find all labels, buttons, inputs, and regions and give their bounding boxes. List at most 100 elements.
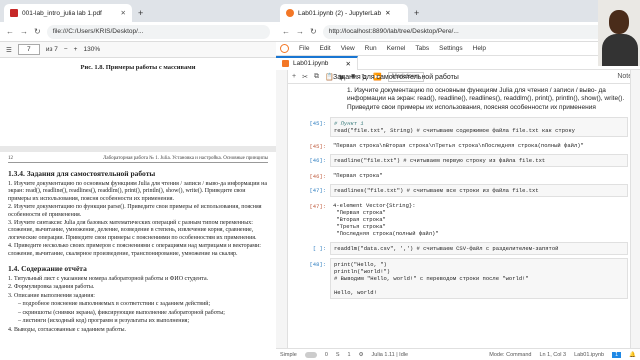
page-number-input[interactable]: 7 [17,44,40,55]
section-heading: 1.4. Содержание отчёта [8,264,87,274]
edit-mode: Mode: Command [489,351,532,358]
code-editor[interactable]: readlines("file.txt") # считываем все ст… [330,184,628,197]
pdf-page: Рис. 1.8. Примеры работы с массивами [0,58,276,146]
code-editor[interactable]: readdlm("data.csv", ',') # считываем CSV… [330,242,628,255]
code-cell[interactable]: [47]: readlines("file.txt") # считываем … [290,184,628,197]
markdown-title: Задания для самостоятельной работы [333,74,459,81]
bell-icon[interactable]: 🔔 [629,352,636,358]
figure-caption: Рис. 1.8. Примеры работы с массивами [80,64,196,71]
jupyter-tab-strip: Lab01.ipynb (2) - JupyterLab ✕ + [276,0,640,22]
section-heading: 1.3.4. Задания для самостоятельной работ… [8,169,156,178]
close-icon[interactable]: ✕ [121,9,126,17]
notification-count[interactable]: 1 [612,351,622,358]
pdf-url-field[interactable]: file:///C:/Users/KRIS/Desktop/... [46,24,270,39]
cursor-position: Ln 1, Col 3 [539,351,567,358]
webcam-overlay [598,0,640,66]
reload-icon[interactable]: ↻ [310,27,317,36]
output-cell: [46]: "Первая строка" [290,170,628,181]
code-cell[interactable]: [45]: # Пункт 1 read("file.txt", String)… [290,117,628,137]
gear-icon[interactable]: ⚙ [359,352,364,358]
pdf-browser-window: 001-lab_intro_julia lab 1.pdf ✕ + ← → ↻ … [0,0,276,360]
list-item: – листинги (исходный код) программ и рез… [18,318,190,325]
jupyter-browser-window: Lab01.ipynb (2) - JupyterLab ✕ + ← → ↻ h… [276,0,640,360]
menu-help[interactable]: Help [473,45,486,52]
code-cell[interactable]: [48]: print("Hello, ") println("world!")… [290,258,628,299]
back-icon[interactable]: ← [282,27,290,36]
task-list: 1. Изучите документацию по основным функ… [8,181,268,258]
running-header: 12 Лабораторная работа № 1. Julia. Устан… [8,156,268,163]
notebook-tab[interactable]: Lab01.ipynb ✕ [276,55,358,70]
reload-icon[interactable]: ↻ [34,27,41,36]
pdf-tab[interactable]: 001-lab_intro_julia lab 1.pdf ✕ [4,4,132,22]
menu-edit[interactable]: Edit [319,45,330,52]
input-prompt: [ ]: [312,245,326,252]
code-editor[interactable]: print("Hello, ") println("world!") # Выв… [330,258,628,299]
jupyter-logo [280,44,289,53]
kernel-status[interactable]: Julia 1.11 | Idle [372,352,409,358]
running-title: Лабораторная работа № 1. Julia. Установк… [103,156,268,161]
close-icon[interactable]: ✕ [346,60,351,68]
jupyter-tab[interactable]: Lab01.ipynb (2) - JupyterLab ✕ [280,4,408,22]
code-line: read("file.txt", String) # считываем сод… [334,127,575,134]
zoom-level[interactable]: 130% [83,46,100,53]
right-sidebar[interactable] [630,70,640,348]
close-icon[interactable]: ✕ [385,9,390,17]
menu-settings[interactable]: Settings [439,45,463,52]
pdf-address-bar: ← → ↻ file:///C:/Users/KRIS/Desktop/... [0,22,276,42]
status-one: 1 [347,351,351,358]
list-item: 4. Приведите несколько своих примеров с … [8,243,261,257]
page-number: 12 [8,156,13,161]
pdf-toolbar: ☰ 7 из 7 − + 130% [0,42,276,58]
new-tab-icon[interactable]: + [134,4,147,22]
code-cell[interactable]: [46]: readline("file.txt") # считываем п… [290,154,628,167]
s-icon: S [335,351,340,358]
input-prompt: [48]: [309,261,326,268]
cell-prompt [290,72,330,114]
new-tab-icon[interactable]: + [410,4,423,22]
menu-run[interactable]: Run [365,45,377,52]
cell-output: "Первая строка" [333,172,383,179]
desktop: 001-lab_intro_julia lab 1.pdf ✕ + ← → ↻ … [0,0,640,360]
left-sidebar[interactable] [276,70,288,348]
menu-view[interactable]: View [341,45,355,52]
code-editor[interactable]: readline("file.txt") # считываем первую … [330,154,628,167]
code-cell[interactable]: [ ]: readdlm("data.csv", ',') # считывае… [290,242,628,255]
status-zero: 0 [324,351,328,358]
menu-kernel[interactable]: Kernel [387,45,406,52]
markdown-item: 1. Изучите документацию по основным функ… [347,86,625,111]
menu-file[interactable]: File [299,45,309,52]
output-prompt: [45]: [309,143,326,150]
forward-icon[interactable]: → [296,27,304,36]
output-prompt: [47]: [309,203,326,210]
notebook-tab-title: Lab01.ipynb [293,60,329,67]
code-editor[interactable]: # Пункт 1 read("file.txt", String) # счи… [330,117,628,137]
output-cell: [47]: 4-element Vector{String}: "Первая … [290,200,628,239]
page-total: из 7 [45,46,58,53]
notebook-icon [282,60,289,67]
input-prompt: [46]: [309,157,326,164]
input-prompt: [45]: [309,120,326,127]
menu-icon[interactable]: ☰ [6,46,12,54]
notebook-panel[interactable]: Задания для самостоятельной работы 1. Из… [290,72,628,348]
markdown-content: Задания для самостоятельной работы 1. Из… [330,72,628,114]
pdf-page: 12 Лабораторная работа № 1. Julia. Устан… [0,152,276,360]
simple-mode-toggle[interactable] [304,351,317,358]
list-item: 2. Изучите документацию по функции parse… [8,204,262,218]
pdf-file-icon [10,9,18,17]
list-item: 1. Изучите документацию по основным функ… [8,181,267,202]
output-cell: [45]: "Первая строка\nВторая строка\nТре… [290,140,628,151]
back-icon[interactable]: ← [6,27,14,36]
pdf-tab-strip: 001-lab_intro_julia lab 1.pdf ✕ + [0,0,276,22]
person-head [609,10,629,34]
pdf-tab-title: 001-lab_intro_julia lab 1.pdf [22,9,102,17]
menu-tabs[interactable]: Tabs [415,45,429,52]
jupyter-url-field[interactable]: http://localhost:8890/lab/tree/Desktop/P… [322,24,634,39]
zoom-in-icon[interactable]: + [74,46,78,53]
cell-output: "Первая строка\nВторая строка\nТретья ст… [333,142,584,149]
simple-mode-label: Simple [280,351,297,358]
pdf-viewer[interactable]: Рис. 1.8. Примеры работы с массивами 12 … [0,58,276,360]
status-file: Lab01.ipynb [574,351,605,358]
forward-icon[interactable]: → [20,27,28,36]
zoom-out-icon[interactable]: − [64,46,68,53]
markdown-cell[interactable]: Задания для самостоятельной работы 1. Из… [290,72,628,114]
